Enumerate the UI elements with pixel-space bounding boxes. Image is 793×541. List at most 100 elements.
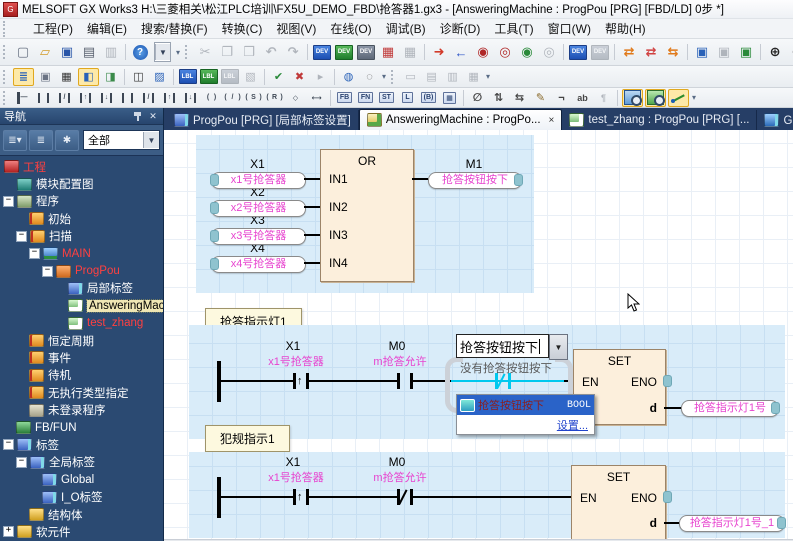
tree-item-global[interactable]: Global [0,471,163,488]
set-function-block[interactable]: SET EN ENO d [571,465,666,541]
find-window-icon[interactable]: ▨ [150,69,169,85]
input-variable-pill[interactable]: x1号抢答器 [211,172,306,189]
split-window-icon[interactable]: ◧ [78,68,99,86]
tree-item-local-label[interactable]: 局部标签 [0,280,163,297]
read-from-plc-icon[interactable]: ← [451,43,471,62]
capture-icon[interactable]: ▦ [378,43,398,62]
new-file-icon[interactable]: ▢ [13,43,33,62]
vertical-line-icon[interactable]: ◇ [286,90,305,106]
output-variable-pill[interactable]: 抢答按钮按下 [428,172,522,189]
collapse-icon[interactable] [16,457,27,468]
split-window-2-icon[interactable]: ◨ [101,69,120,85]
tree-item-main[interactable]: MAIN [0,245,163,262]
menu-view[interactable]: 视图(V) [269,19,323,38]
tree-item-fixed-scan[interactable]: 恒定周期 [0,332,163,349]
window-3-icon[interactable]: ▣ [736,43,756,62]
find-binoculars-icon[interactable]: ◫ [129,69,148,85]
open-contact[interactable] [397,373,400,389]
swap-updown-icon[interactable]: ⇅ [489,90,508,106]
rising-branch-icon[interactable]: ↑ [160,90,179,106]
window-1-icon[interactable]: ▣ [692,43,712,62]
device-monitor-icon[interactable]: DEV [568,43,588,62]
output-variable-pill[interactable]: 抢答指示灯1号_1 [679,515,785,532]
negated-coil-icon[interactable]: (/) [223,90,242,106]
cut-icon[interactable]: ✂ [195,43,215,62]
collapse-icon[interactable] [42,266,53,277]
close-panel-icon[interactable]: ✕ [147,110,159,122]
horizontal-line-icon[interactable]: ⟷ [307,90,326,106]
open-contact-icon[interactable] [34,90,53,106]
not-element-icon[interactable]: ¬ [552,90,571,106]
fbd-canvas[interactable]: X1 X2 X3 X4 x1号抢答器 x2号抢答器 x3号抢答器 x4号抢答器 … [164,130,793,541]
menu-online[interactable]: 在线(O) [323,19,378,38]
function-icon[interactable]: FN [356,90,375,106]
or-function-block[interactable]: OR IN1 IN2 IN3 IN4 [320,149,414,282]
copy-icon[interactable]: ❐ [217,43,237,62]
help-icon[interactable]: ? [130,43,150,62]
device-monitor-2-icon[interactable]: DEV [590,43,610,62]
tree-item-program[interactable]: 程序 [0,193,163,210]
output-variable-pill[interactable]: 抢答指示灯1号 [681,400,779,417]
menu-project[interactable]: 工程(P) [26,19,80,38]
tree-item-initial[interactable]: 初始 [0,210,163,227]
device-comment-display-icon[interactable]: DEV [312,43,332,62]
tree-item-fb-fun[interactable]: FB/FUN [0,419,163,436]
label-window-3-icon[interactable]: LBL [220,69,239,85]
open-branch-icon[interactable] [118,90,137,106]
tree-item-unregistered[interactable]: 未登录程序 [0,401,163,418]
tab-global-label[interactable]: Global [全局标签设置] [757,110,793,130]
close-tab-icon[interactable]: × [549,115,555,126]
convert-icon[interactable]: ⇄ [619,43,639,62]
tab-progpou-local-label[interactable]: ProgPou [PRG] [局部标签设置] [167,110,359,130]
tree-item-project[interactable]: 工程 [0,158,163,175]
tree-collapse-icon[interactable]: ≣ [29,130,53,151]
tree-item-test-zhang[interactable]: test_zhang [0,315,163,332]
null-element-icon[interactable]: ∅ [468,90,487,106]
tree-item-device[interactable]: 软元件 [0,523,163,540]
menu-edit[interactable]: 编辑(E) [80,19,134,38]
window-2-icon[interactable]: ▣ [714,43,734,62]
check-program-icon[interactable]: ✔ [269,69,288,85]
mini-3-icon[interactable]: ▥ [443,69,462,85]
monitor-write-mode-icon[interactable] [645,89,666,107]
menu-find-replace[interactable]: 搜索/替换(F) [134,19,215,38]
combo-arrow-icon[interactable]: ▼ [155,44,170,60]
collapse-icon[interactable] [29,248,40,259]
settings-link[interactable]: 设置... [557,417,588,433]
menu-diagnostics[interactable]: 诊断(D) [433,19,488,38]
tree-item-label[interactable]: 标签 [0,436,163,453]
tree-item-module-config[interactable]: 模块配置图 [0,175,163,192]
rising-edge-contact[interactable] [293,489,296,505]
function-block-icon[interactable]: FB [335,90,354,106]
navigation-toggle-icon[interactable]: ≣ [13,68,34,86]
label-window-1-icon[interactable]: LBL [178,69,197,85]
rising-contact-icon[interactable]: ↑ [76,90,95,106]
open-file-icon[interactable]: ▱ [35,43,55,62]
combo-arrow-icon[interactable]: ▼ [143,132,159,148]
menu-convert[interactable]: 转换(C) [215,19,270,38]
module-save-icon[interactable]: ▣ [36,69,55,85]
collapse-icon[interactable] [3,439,14,450]
edit-pen-icon[interactable]: ✎ [531,90,550,106]
element-find-icon[interactable]: ◌ [360,69,379,85]
network-comment-box[interactable]: 犯规指示1 [205,425,290,452]
tree-item-no-exec-type[interactable]: 无执行类型指定 [0,384,163,401]
monitor-start-icon[interactable]: ◉ [473,43,493,62]
watch-start-icon[interactable]: ◉ [517,43,537,62]
closed-contact-icon[interactable]: / [55,90,74,106]
expand-icon[interactable] [3,526,14,537]
watch-window-icon[interactable]: ◍ [339,69,358,85]
redo-icon[interactable]: ↷ [283,43,303,62]
zoom-combo[interactable]: ▼ [154,42,171,62]
monitor-mode-icon[interactable] [622,89,643,107]
input-variable-pill[interactable]: x2号抢答器 [211,200,306,217]
left-rail-icon[interactable]: — [13,90,32,106]
input-variable-pill[interactable]: x4号抢答器 [211,256,306,273]
combo-dropdown-icon[interactable]: ▼ [549,334,568,360]
mini-1-icon[interactable]: ▭ [401,69,420,85]
watch-stop-icon[interactable]: ◎ [539,43,559,62]
tree-item-answeringmachine[interactable]: AnsweringMachine [0,297,163,314]
device-comment-batch-icon[interactable]: DEV [356,43,376,62]
rising-edge-contact[interactable] [293,373,296,389]
input-variable-pill[interactable]: x3号抢答器 [211,228,306,245]
